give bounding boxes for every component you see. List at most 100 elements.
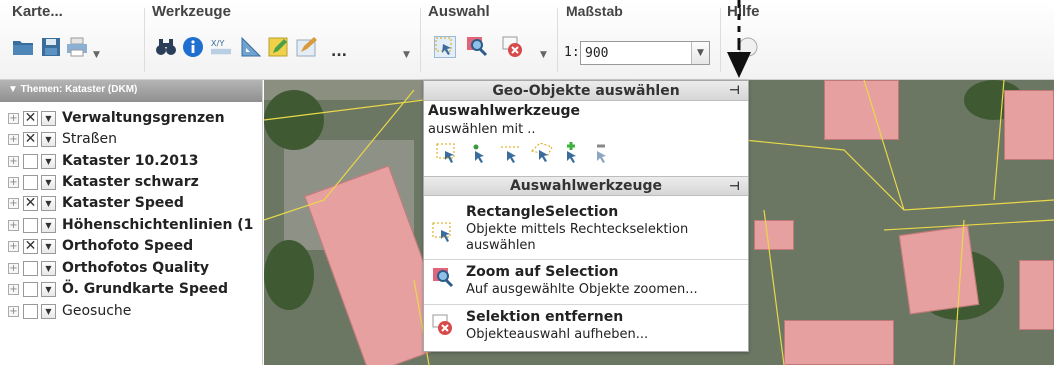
section-subtitle: auswählen mit ..: [428, 122, 536, 137]
layer-item-kataster-2013: + ▼ Kataster 10.2013: [8, 150, 199, 172]
group-title-karte: Karte...: [12, 3, 63, 20]
tool-description: Objekte mittels Rechteckselektion auswäh…: [466, 222, 689, 253]
measure-icon[interactable]: [240, 36, 262, 58]
layer-checkbox[interactable]: [23, 303, 38, 319]
layer-item-geosuche: + ▼ Geosuche: [8, 300, 131, 322]
scale-combobox[interactable]: ▼: [580, 41, 710, 65]
folder-icon[interactable]: [12, 36, 34, 58]
layer-label: Orthofotos Quality: [62, 260, 210, 276]
expand-icon[interactable]: +: [8, 262, 19, 274]
printer-icon[interactable]: [66, 36, 88, 58]
layer-label: Orthofoto Speed: [62, 238, 194, 254]
polygon-select-icon[interactable]: [530, 141, 554, 165]
scale-prefix: 1:: [564, 45, 580, 60]
zoom-selection-icon: [433, 268, 454, 288]
selection-icon[interactable]: [434, 36, 456, 58]
expand-icon[interactable]: +: [8, 240, 19, 252]
layer-sidebar: ▼ Themen: Kataster (DKM) + ✕ ▼ Verwaltun…: [0, 80, 263, 365]
sidebar-header[interactable]: ▼ Themen: Kataster (DKM): [0, 80, 262, 102]
layer-checkbox[interactable]: [23, 217, 38, 233]
toolbar-separator: [144, 8, 145, 72]
chevron-down-icon[interactable]: ▼: [403, 50, 410, 60]
layer-checkbox[interactable]: [23, 153, 38, 169]
point-select-icon[interactable]: [470, 143, 488, 165]
tool-title: RectangleSelection: [466, 204, 619, 220]
more-tools-button[interactable]: ...: [331, 44, 347, 60]
section-header: Auswahlwerkzeuge ⊣: [424, 176, 748, 196]
layer-item-verwaltungsgrenzen: + ✕ ▼ Verwaltungsgrenzen: [8, 107, 225, 129]
chevron-down-icon[interactable]: ▼: [691, 42, 709, 64]
layer-label: Straßen: [62, 131, 118, 147]
geo-selection-panel: Geo-Objekte auswählen ⊣ Auswahlwerkzeuge…: [423, 80, 749, 352]
layer-menu-button[interactable]: ▼: [41, 260, 56, 276]
tool-title: Zoom auf Selection: [466, 264, 619, 280]
tool-remove-selection[interactable]: Selektion entfernen Objekteauswahl aufhe…: [424, 306, 748, 352]
group-title-werkzeuge: Werkzeuge: [152, 3, 231, 20]
group-title-auswahl: Auswahl: [428, 3, 490, 20]
subtract-select-icon[interactable]: [592, 141, 612, 165]
layer-menu-button[interactable]: ▼: [41, 195, 56, 211]
layer-checkbox[interactable]: [23, 281, 38, 297]
layer-checkbox[interactable]: ✕: [23, 238, 38, 254]
expand-icon[interactable]: +: [8, 219, 19, 231]
section-header-title: Auswahlwerkzeuge: [509, 178, 663, 194]
layer-menu-button[interactable]: ▼: [41, 110, 56, 126]
rectangle-select-icon[interactable]: [436, 143, 458, 165]
save-icon[interactable]: [40, 36, 62, 58]
scale-input[interactable]: [585, 43, 691, 63]
tool-zoom-selection[interactable]: Zoom auf Selection Auf ausgewählte Objek…: [424, 261, 748, 305]
chevron-down-icon[interactable]: ▼: [93, 50, 100, 60]
line-select-icon[interactable]: [500, 143, 520, 165]
layer-checkbox[interactable]: ✕: [23, 131, 38, 147]
remove-selection-icon[interactable]: [502, 36, 524, 58]
layer-label: Geosuche: [62, 303, 132, 319]
info-icon[interactable]: [182, 36, 204, 58]
layer-label: Kataster schwarz: [62, 174, 199, 190]
expand-icon[interactable]: +: [8, 176, 19, 188]
layer-menu-button[interactable]: ▼: [41, 131, 56, 147]
layer-label: Kataster 10.2013: [62, 153, 199, 169]
layer-item-kataster-schwarz: + ▼ Kataster schwarz: [8, 171, 199, 193]
layer-menu-button[interactable]: ▼: [41, 303, 56, 319]
layer-checkbox[interactable]: ✕: [23, 195, 38, 211]
layer-item-hoehenschichtenlinien: + ▼ Höhenschichtenlinien (1: [8, 214, 253, 236]
layer-menu-button[interactable]: ▼: [41, 217, 56, 233]
expand-icon[interactable]: +: [8, 133, 19, 145]
layer-menu-button[interactable]: ▼: [41, 174, 56, 190]
layer-checkbox[interactable]: [23, 260, 38, 276]
layer-label: Höhenschichtenlinien (1: [62, 217, 254, 233]
chevron-down-icon[interactable]: ▼: [540, 50, 547, 60]
tool-rectangle-selection[interactable]: RectangleSelection Objekte mittels Recht…: [424, 202, 748, 260]
edit-icon[interactable]: [268, 36, 290, 58]
layer-item-grundkarte-speed: + ▼ Ö. Grundkarte Speed: [8, 278, 228, 300]
layer-item-orthofoto-speed: + ✕ ▼ Orthofoto Speed: [8, 235, 193, 257]
selection-tools-row: [432, 141, 732, 167]
layer-menu-button[interactable]: ▼: [41, 238, 56, 254]
binoculars-icon[interactable]: [155, 36, 177, 58]
expand-icon[interactable]: +: [8, 197, 19, 209]
layer-checkbox[interactable]: [23, 174, 38, 190]
layer-menu-button[interactable]: ▼: [41, 153, 56, 169]
panel-header: Geo-Objekte auswählen ⊣: [424, 81, 748, 101]
tool-description: Objekteauswahl aufheben...: [466, 327, 649, 342]
main-toolbar: Karte... Werkzeuge Auswahl Maßstab Hilfe…: [0, 0, 1054, 80]
pin-icon[interactable]: ⊣: [729, 179, 740, 193]
add-select-icon[interactable]: [562, 141, 582, 165]
expand-icon[interactable]: +: [8, 283, 19, 295]
draw-icon[interactable]: [296, 36, 318, 58]
layer-item-strassen: + ✕ ▼ Straßen: [8, 128, 117, 150]
xy-coordinate-icon[interactable]: X/Y: [210, 36, 232, 58]
layer-menu-button[interactable]: ▼: [41, 281, 56, 297]
svg-text:X/Y: X/Y: [211, 38, 225, 48]
expand-icon[interactable]: +: [8, 305, 19, 317]
layer-item-kataster-speed: + ✕ ▼ Kataster Speed: [8, 192, 184, 214]
zoom-selection-icon[interactable]: [466, 36, 488, 58]
layer-checkbox[interactable]: ✕: [23, 110, 38, 126]
section-title: Auswahlwerkzeuge: [428, 103, 581, 119]
toolbar-separator: [557, 8, 558, 72]
expand-icon[interactable]: +: [8, 155, 19, 167]
layer-label: Kataster Speed: [62, 195, 184, 211]
layer-label: Ö. Grundkarte Speed: [62, 281, 228, 297]
expand-icon[interactable]: +: [8, 112, 19, 124]
pin-icon[interactable]: ⊣: [729, 83, 740, 97]
